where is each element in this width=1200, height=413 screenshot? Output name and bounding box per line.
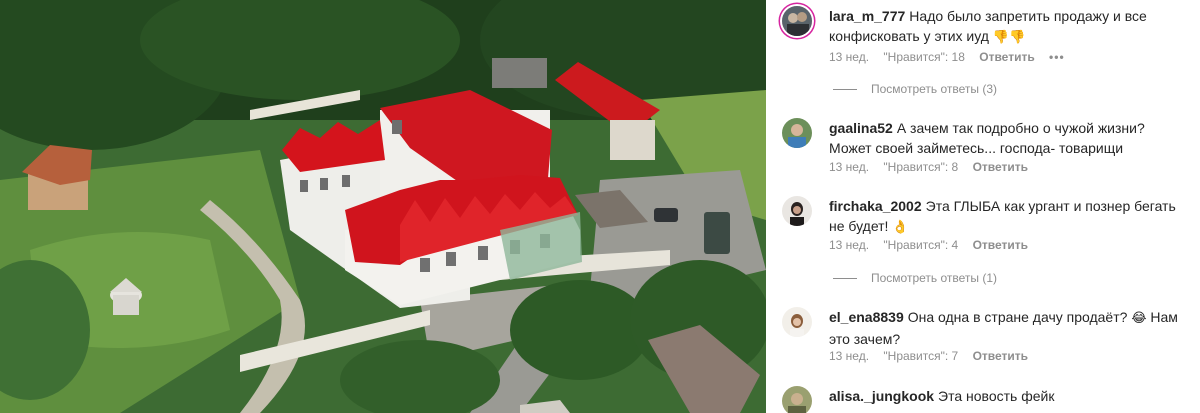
comment-text: el_ena8839 Она одна в стране дачу продаёт…	[829, 307, 1189, 349]
view-replies-button[interactable]: Посмотреть ответы (3)	[833, 82, 997, 96]
comment-username[interactable]: lara_m_777	[829, 8, 905, 24]
comment-username[interactable]: el_ena8839	[829, 309, 904, 325]
comment-time: 13 нед.	[829, 50, 870, 64]
comment-meta: 13 нед. "Нравится": 8 Ответить	[829, 160, 1039, 174]
comment-time: 13 нед.	[829, 160, 870, 174]
ok-hand-icon: 👌	[892, 220, 909, 235]
comment-meta: 13 нед. "Нравится": 4 Ответить	[829, 238, 1039, 252]
comment-username[interactable]: alisa._jungkook	[829, 388, 934, 404]
user-avatar-icon[interactable]	[782, 196, 812, 226]
reply-button[interactable]: Ответить	[973, 349, 1028, 363]
comment-likes[interactable]: "Нравится": 7	[883, 349, 958, 363]
view-replies-label: Посмотреть ответы (3)	[871, 82, 998, 96]
comment-meta: 13 нед. "Нравится": 7 Ответить	[829, 349, 1039, 363]
comment-text: lara_m_777 Надо было запретить продажу и …	[829, 6, 1189, 48]
reply-button[interactable]: Ответить	[979, 50, 1034, 64]
more-options-icon[interactable]: •••	[1049, 50, 1065, 64]
user-avatar-icon[interactable]	[782, 118, 812, 148]
divider-line	[833, 278, 857, 280]
view-replies-label: Посмотреть ответы (1)	[871, 271, 998, 285]
comment-content: Эта новость фейк	[938, 388, 1055, 404]
comment-likes[interactable]: "Нравится": 18	[883, 50, 965, 64]
post-photo	[0, 0, 766, 413]
comment-text: firchaka_2002 Эта ГЛЫБА как ургант и позн…	[829, 196, 1189, 238]
user-avatar-icon[interactable]	[782, 307, 812, 337]
comment-meta: 13 нед. "Нравится": 18 Ответить •••	[829, 50, 1076, 64]
comment-content: Она одна в стране дачу продаёт?	[907, 309, 1128, 325]
laughing-face-icon: 😂	[1131, 311, 1147, 326]
reply-button[interactable]: Ответить	[973, 238, 1028, 252]
comment-time: 13 нед.	[829, 238, 870, 252]
user-avatar-icon[interactable]	[782, 386, 812, 413]
divider-line	[833, 89, 857, 91]
comment-text: gaalina52 А зачем так подробно о чужой жи…	[829, 118, 1189, 158]
thumbs-down-icon: 👎👎	[992, 30, 1026, 45]
comment-likes[interactable]: "Нравится": 8	[883, 160, 958, 174]
user-avatar-icon[interactable]	[782, 6, 812, 36]
comment-text: alisa._jungkook Эта новость фейк	[829, 386, 1189, 406]
comment-likes[interactable]: "Нравится": 4	[883, 238, 958, 252]
reply-button[interactable]: Ответить	[973, 160, 1028, 174]
comment-time: 13 нед.	[829, 349, 870, 363]
comment-username[interactable]: gaalina52	[829, 120, 893, 136]
view-replies-button[interactable]: Посмотреть ответы (1)	[833, 271, 997, 285]
comment-username[interactable]: firchaka_2002	[829, 198, 922, 214]
estate-aerial-image	[0, 0, 766, 413]
comments-panel: lara_m_777 Надо было запретить продажу и …	[766, 0, 1200, 413]
